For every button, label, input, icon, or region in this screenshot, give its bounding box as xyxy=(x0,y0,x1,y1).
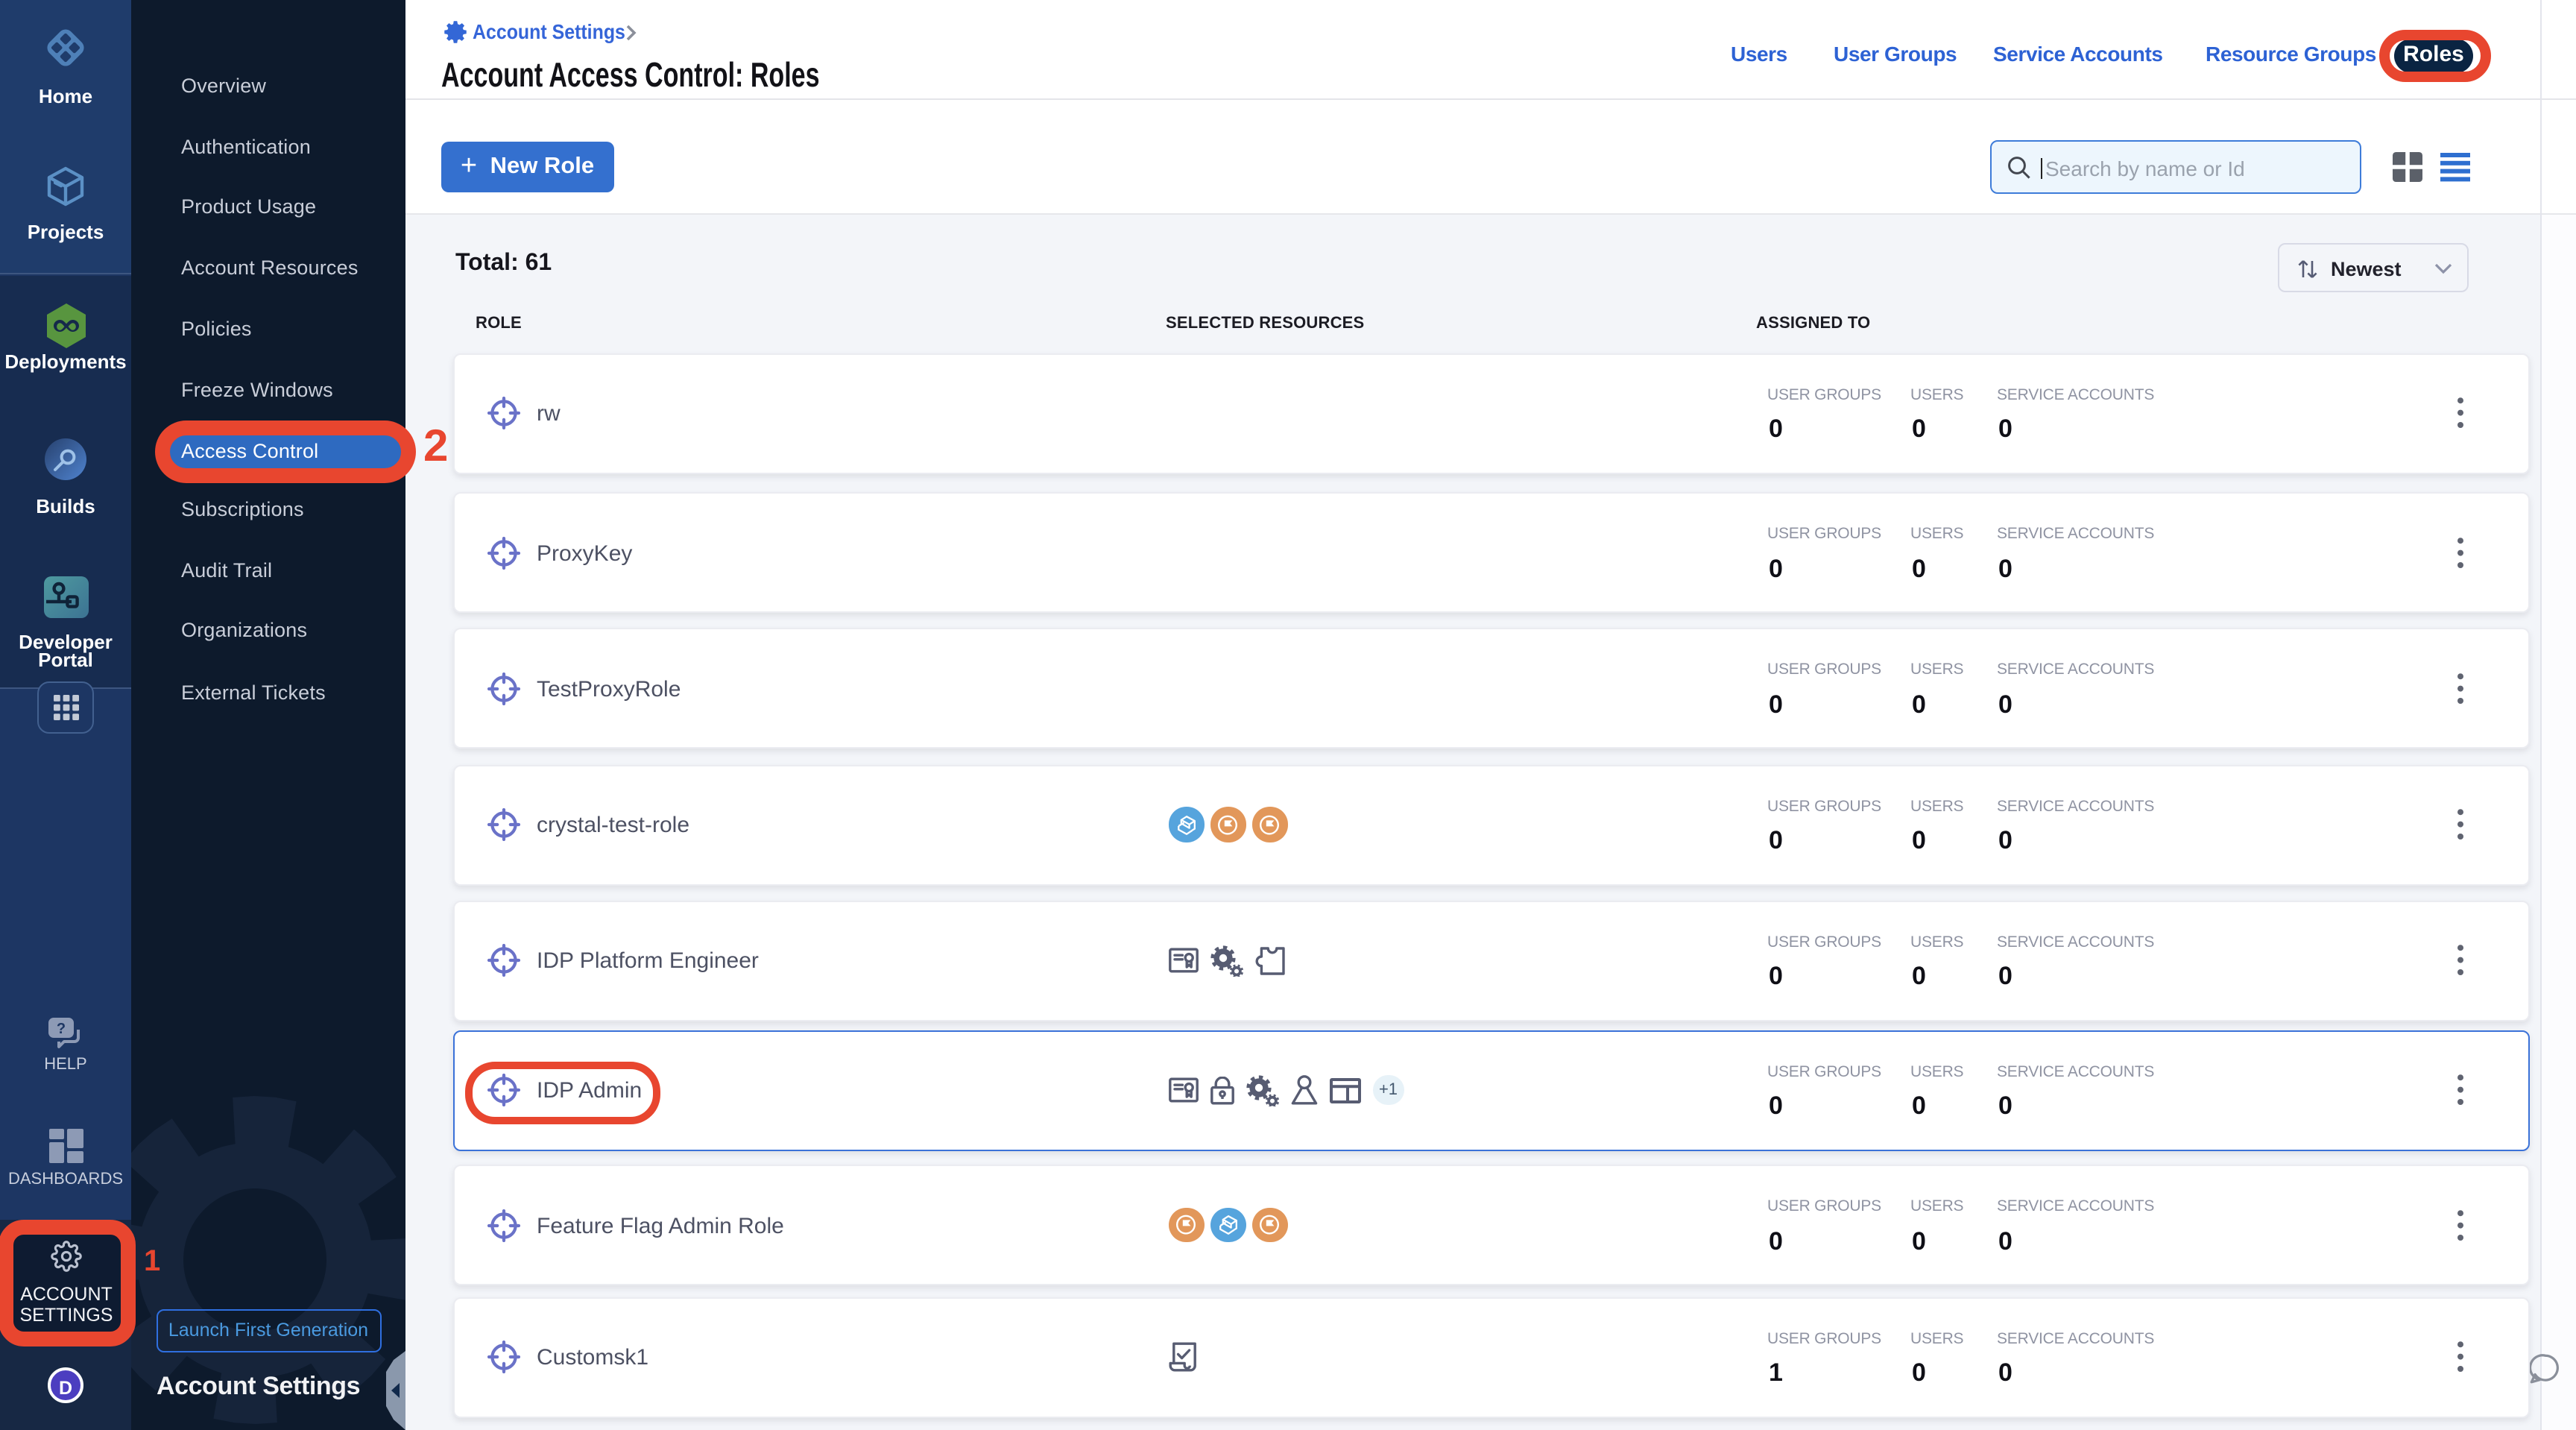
svg-text:?: ? xyxy=(56,1021,65,1037)
